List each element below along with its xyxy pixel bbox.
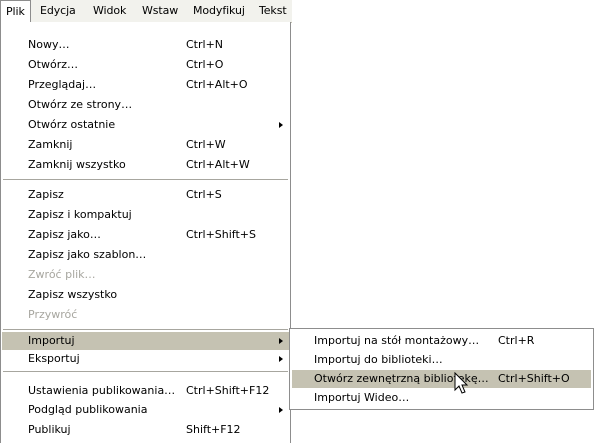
menu-item-label: Nowy… [28,38,70,51]
submenu-arrow-icon [279,356,283,362]
menu-item-shortcut: Shift+F12 [186,423,241,436]
menu-item-publish-preview[interactable]: Podgląd publikowania [2,401,289,419]
submenu-item-open-external-library[interactable]: Otwórz zewnętrzną bibliotekę… Ctrl+Shift… [292,370,591,388]
menu-item-check-in: Zwróć plik… [2,266,289,284]
menu-item-label: Zamknij wszystko [28,158,126,171]
menu-edit[interactable]: Edycja [35,0,81,22]
menu-item-save-as-template[interactable]: Zapisz jako szablon… [2,246,289,264]
menu-item-shortcut: Ctrl+S [186,188,222,201]
submenu-item-import-to-stage[interactable]: Importuj na stół montażowy… Ctrl+R [292,332,591,350]
menu-item-label: Importuj na stół montażowy… [314,334,480,347]
menu-item-label: Otwórz… [28,58,78,71]
menu-item-shortcut: Ctrl+O [186,58,224,71]
menu-item-publish[interactable]: Publikuj Shift+F12 [2,421,289,439]
menu-item-label: Zamknij [28,138,73,151]
menu-item-import[interactable]: Importuj [2,332,289,350]
menu-item-label: Ustawienia publikowania… [28,384,176,397]
menu-item-browse[interactable]: Przeglądaj… Ctrl+Alt+O [2,76,289,94]
menu-separator [3,371,288,372]
menu-item-shortcut: Ctrl+W [186,138,226,151]
menu-insert[interactable]: Wstaw [137,0,183,22]
menu-item-publish-settings[interactable]: Ustawienia publikowania… Ctrl+Shift+F12 [2,382,289,400]
menu-item-shortcut: Ctrl+R [498,334,535,347]
menu-item-label: Importuj [28,334,75,347]
menu-item-shortcut: Ctrl+Shift+S [186,228,256,241]
menu-separator [3,179,288,180]
import-submenu: Importuj na stół montażowy… Ctrl+R Impor… [289,328,594,410]
menu-item-revert: Przywróć [2,306,289,324]
menu-item-label: Eksportuj [28,352,80,365]
menu-item-label: Zapisz wszystko [28,288,118,301]
file-menu-dropdown: Nowy… Ctrl+N Otwórz… Ctrl+O Przeglądaj… … [0,22,291,443]
menu-text[interactable]: Tekst [254,0,292,22]
menu-item-save[interactable]: Zapisz Ctrl+S [2,186,289,204]
menu-item-open-recent[interactable]: Otwórz ostatnie [2,116,289,134]
submenu-arrow-icon [279,122,283,128]
menu-item-label: Importuj do biblioteki… [314,353,443,366]
menu-item-export[interactable]: Eksportuj [2,350,289,368]
submenu-item-import-to-library[interactable]: Importuj do biblioteki… [292,351,591,369]
menu-item-label: Przeglądaj… [28,78,97,91]
menu-item-shortcut: Ctrl+Alt+O [186,78,248,91]
menu-modify[interactable]: Modyfikuj [188,0,250,22]
menu-item-save-and-compact[interactable]: Zapisz i kompaktuj [2,206,289,224]
menu-bar: Plik Edycja Widok Wstaw Modyfikuj Tekst [0,0,292,23]
menu-item-shortcut: Ctrl+Shift+O [498,372,570,385]
menu-item-close[interactable]: Zamknij Ctrl+W [2,136,289,154]
menu-item-label: Zapisz jako szablon… [28,248,147,261]
menu-item-new[interactable]: Nowy… Ctrl+N [2,36,289,54]
menu-file[interactable]: Plik [0,0,31,22]
menu-item-save-as[interactable]: Zapisz jako… Ctrl+Shift+S [2,226,289,244]
menu-item-label: Importuj Wideo… [314,391,410,404]
menu-item-open-from-site[interactable]: Otwórz ze strony… [2,96,289,114]
menu-item-label: Podgląd publikowania [28,403,148,416]
mouse-pointer-icon [454,372,469,394]
menu-item-label: Publikuj [28,423,71,436]
menu-separator [3,329,288,330]
menu-item-label: Zapisz [28,188,64,201]
menu-item-shortcut: Ctrl+Alt+W [186,158,250,171]
submenu-item-import-video[interactable]: Importuj Wideo… [292,389,591,407]
menu-item-save-all[interactable]: Zapisz wszystko [2,286,289,304]
menu-item-label: Zapisz i kompaktuj [28,208,132,221]
menu-view[interactable]: Widok [88,0,131,22]
menu-item-shortcut: Ctrl+Shift+F12 [186,384,270,397]
menu-item-label: Przywróć [28,308,78,321]
submenu-arrow-icon [279,338,283,344]
menu-item-shortcut: Ctrl+N [186,38,224,51]
menu-item-label: Otwórz ostatnie [28,118,116,131]
submenu-arrow-icon [279,407,283,413]
menu-item-label: Otwórz ze strony… [28,98,133,111]
menu-item-label: Zwróć plik… [28,268,96,281]
menu-item-open[interactable]: Otwórz… Ctrl+O [2,56,289,74]
menu-item-label: Zapisz jako… [28,228,101,241]
menu-item-close-all[interactable]: Zamknij wszystko Ctrl+Alt+W [2,156,289,174]
